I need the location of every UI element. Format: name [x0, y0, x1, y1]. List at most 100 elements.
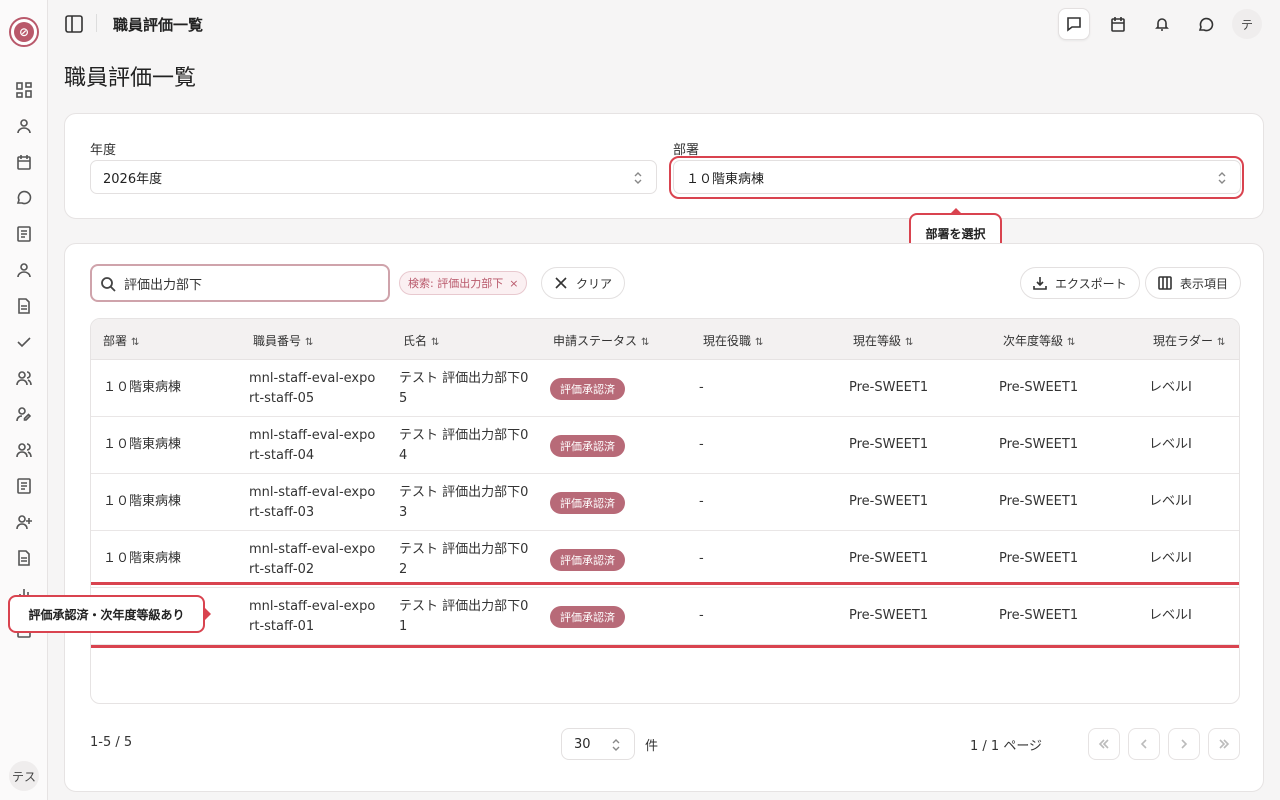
top-header: 職員評価一覧 テ — [48, 0, 1280, 48]
dashboard-icon[interactable] — [16, 82, 32, 98]
results-panel: 評価出力部下 検索: 評価出力部下 × クリア エクスポート 表示項目 部署 ⇅ … — [64, 243, 1264, 792]
chat-square-icon[interactable] — [1058, 8, 1090, 40]
sidebar: ⊘ テス — [0, 0, 48, 800]
cell-name: テスト 評価出力部下0 5 — [399, 371, 529, 406]
cell-grade: Pre-SWEET1 — [849, 551, 929, 566]
sort-icon: ⇅ — [755, 337, 764, 348]
per-page-select[interactable]: 30 — [561, 728, 635, 760]
search-value: 評価出力部下 — [124, 277, 203, 293]
sidebar-toggle-icon[interactable] — [64, 14, 84, 34]
callout-arrow — [205, 608, 211, 620]
table-header: 部署 ⇅ 職員番号 ⇅ 氏名 ⇅ 申請ステータス ⇅ 現在役職 ⇅ 現在等級 ⇅ 次年度等級… — [91, 319, 1239, 360]
chevron-updown-icon — [610, 738, 622, 752]
user-plus-icon[interactable] — [16, 514, 32, 530]
check-icon[interactable] — [16, 334, 32, 350]
avatar[interactable]: テス — [9, 761, 39, 791]
chat-bubble-icon[interactable] — [1190, 8, 1222, 40]
year-select[interactable]: 2026年度 — [90, 160, 657, 194]
search-filter-chip: 検索: 評価出力部下 × — [399, 271, 528, 295]
users-icon[interactable] — [16, 370, 32, 386]
cell-name: テスト 評価出力部下0 1 — [399, 599, 529, 634]
last-page-button[interactable] — [1208, 728, 1240, 760]
columns-label: 表示項目 — [1180, 276, 1229, 291]
chevron-left-icon — [1140, 739, 1147, 749]
export-button[interactable]: エクスポート — [1020, 267, 1140, 299]
sort-icon: ⇅ — [305, 337, 314, 348]
per-page-unit: 件 — [645, 739, 659, 754]
column-header[interactable]: 現在等級 ⇅ — [853, 332, 913, 349]
prev-page-button[interactable] — [1128, 728, 1160, 760]
sort-icon: ⇅ — [431, 337, 440, 348]
calendar-icon[interactable] — [16, 154, 32, 170]
per-page-value: 30 — [574, 736, 591, 752]
staff-table: 部署 ⇅ 職員番号 ⇅ 氏名 ⇅ 申請ステータス ⇅ 現在役職 ⇅ 現在等級 ⇅ 次年度等級… — [90, 318, 1240, 704]
chevron-right-icon — [1181, 739, 1188, 749]
next-page-button[interactable] — [1168, 728, 1200, 760]
sort-icon: ⇅ — [131, 337, 140, 348]
table-row[interactable]: １０階東病棟 mnl-staff-eval-expo rt-staff-05 テス… — [91, 360, 1239, 417]
chip-close-icon[interactable]: × — [509, 277, 518, 290]
cell-ladder: レベルI — [1149, 380, 1192, 395]
column-header[interactable]: 職員番号 ⇅ — [253, 332, 313, 349]
sort-icon: ⇅ — [1217, 337, 1226, 348]
cell-next-grade: Pre-SWEET1 — [999, 551, 1079, 566]
cell-grade: Pre-SWEET1 — [849, 494, 929, 509]
message-icon[interactable] — [16, 190, 32, 206]
cell-staff-id: mnl-staff-eval-expo rt-staff-02 — [249, 542, 376, 577]
cell-dept: １０階東病棟 — [103, 494, 182, 509]
cell-dept: １０階東病棟 — [103, 380, 182, 395]
cell-next-grade: Pre-SWEET1 — [999, 380, 1079, 395]
calendar-icon[interactable] — [1102, 8, 1134, 40]
first-page-button[interactable] — [1088, 728, 1120, 760]
cell-name: テスト 評価出力部下0 2 — [399, 542, 529, 577]
status-badge: 評価承認済 — [550, 492, 625, 514]
user-avatar[interactable]: テ — [1232, 9, 1262, 39]
column-header[interactable]: 申請ステータス ⇅ — [553, 332, 649, 349]
cell-grade: Pre-SWEET1 — [849, 608, 929, 623]
cell-next-grade: Pre-SWEET1 — [999, 437, 1079, 452]
cell-grade: Pre-SWEET1 — [849, 437, 929, 452]
cell-ladder: レベルI — [1149, 551, 1192, 566]
users-icon[interactable] — [16, 442, 32, 458]
table-row[interactable]: mnl-staff-eval-expo rt-staff-01 テスト 評価出力部… — [91, 588, 1239, 645]
cell-staff-id: mnl-staff-eval-expo rt-staff-04 — [249, 428, 376, 463]
cell-dept: １０階東病棟 — [103, 437, 182, 452]
status-badge: 評価承認済 — [550, 435, 625, 457]
cell-next-grade: Pre-SWEET1 — [999, 608, 1079, 623]
filter-panel: 年度 2026年度 部署 １０階東病棟 — [64, 113, 1264, 219]
column-header[interactable]: 現在役職 ⇅ — [703, 332, 763, 349]
cell-next-grade: Pre-SWEET1 — [999, 494, 1079, 509]
table-row[interactable]: １０階東病棟 mnl-staff-eval-expo rt-staff-02 テス… — [91, 531, 1239, 588]
list-icon[interactable] — [16, 478, 32, 494]
sort-icon: ⇅ — [1067, 337, 1076, 348]
document-icon[interactable] — [16, 550, 32, 566]
column-header[interactable]: 次年度等級 ⇅ — [1003, 332, 1075, 349]
dept-select[interactable]: １０階東病棟 — [673, 160, 1241, 194]
year-label: 年度 — [90, 143, 117, 158]
sort-icon: ⇅ — [641, 337, 650, 348]
clear-label: クリア — [576, 276, 613, 291]
column-header[interactable]: 現在ラダー ⇅ — [1153, 332, 1225, 349]
document-icon[interactable] — [16, 298, 32, 314]
table-row[interactable]: １０階東病棟 mnl-staff-eval-expo rt-staff-04 テス… — [91, 417, 1239, 474]
user-edit-icon[interactable] — [16, 406, 32, 422]
cell-position: - — [699, 437, 704, 452]
compass-icon[interactable]: ⊘ — [9, 17, 39, 47]
download-icon — [1033, 277, 1047, 290]
bell-icon[interactable] — [1146, 8, 1178, 40]
column-header[interactable]: 氏名 ⇅ — [403, 332, 439, 349]
cell-position: - — [699, 380, 704, 395]
chevrons-left-icon — [1098, 739, 1109, 749]
column-header[interactable]: 部署 ⇅ — [103, 332, 139, 349]
list-icon[interactable] — [16, 226, 32, 242]
user-icon[interactable] — [16, 118, 32, 134]
search-input[interactable]: 評価出力部下 — [90, 264, 390, 302]
cell-name: テスト 評価出力部下0 4 — [399, 428, 529, 463]
table-row[interactable]: １０階東病棟 mnl-staff-eval-expo rt-staff-03 テス… — [91, 474, 1239, 531]
columns-button[interactable]: 表示項目 — [1145, 267, 1242, 299]
cell-staff-id: mnl-staff-eval-expo rt-staff-05 — [249, 371, 376, 406]
status-badge: 評価承認済 — [550, 549, 625, 571]
columns-icon — [1158, 276, 1172, 290]
clear-button[interactable]: クリア — [541, 267, 626, 299]
user-icon[interactable] — [16, 262, 32, 278]
